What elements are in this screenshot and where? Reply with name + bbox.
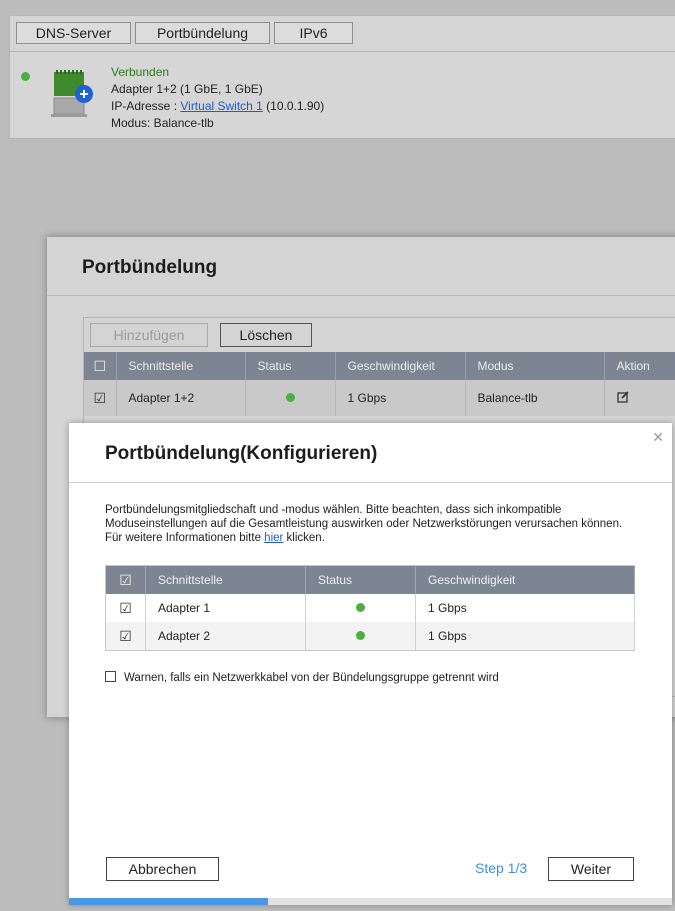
tab-ipv6[interactable]: IPv6 bbox=[274, 22, 353, 44]
column-header: Geschwindigkeit bbox=[415, 565, 635, 594]
wizard-progress-fill bbox=[69, 898, 268, 905]
status-dot bbox=[285, 393, 295, 402]
speed-cell: 1 Gbps bbox=[335, 380, 466, 416]
table-header-row: ☐ Schnittstelle Status Geschwindigkeit M… bbox=[84, 352, 675, 380]
network-interface-panel: DNS-Server Portbündelung IPv6 Verbunden … bbox=[9, 15, 675, 139]
column-header: Status bbox=[305, 565, 416, 594]
network-adapter-icon bbox=[51, 70, 93, 117]
connection-status-text: Verbunden bbox=[111, 65, 170, 79]
ip-label: IP-Adresse : bbox=[111, 99, 181, 113]
table-row[interactable]: ☑ Adapter 1+2 1 Gbps Balance-tlb bbox=[84, 380, 675, 416]
column-header: Modus bbox=[465, 352, 605, 380]
status-cell bbox=[245, 380, 336, 416]
panel-tabs: DNS-Server Portbündelung IPv6 bbox=[16, 22, 353, 44]
column-header: Geschwindigkeit bbox=[335, 352, 466, 380]
status-cell bbox=[305, 594, 416, 622]
adapter-description: Adapter 1+2 (1 GbE, 1 GbE) bbox=[111, 82, 263, 96]
table-row[interactable]: ☑ Adapter 1 1 Gbps bbox=[105, 594, 635, 622]
adapter-info: Verbunden Adapter 1+2 (1 GbE, 1 GbE) IP-… bbox=[111, 64, 324, 132]
virtual-switch-link[interactable]: Virtual Switch 1 bbox=[180, 99, 262, 113]
divider bbox=[69, 482, 672, 483]
ip-value: (10.0.1.90) bbox=[262, 99, 325, 113]
description-text: Portbündelungsmitgliedschaft und -modus … bbox=[105, 504, 623, 544]
action-cell bbox=[604, 380, 675, 416]
interface-cell: Adapter 2 bbox=[145, 622, 306, 651]
tab-dns-server[interactable]: DNS-Server bbox=[16, 22, 131, 44]
interface-cell: Adapter 1+2 bbox=[116, 380, 246, 416]
connection-status-dot bbox=[21, 72, 30, 81]
description-text-end: klicken. bbox=[283, 532, 325, 544]
status-dot bbox=[356, 603, 365, 612]
status-cell bbox=[305, 622, 416, 651]
close-icon[interactable]: ✕ bbox=[652, 429, 664, 446]
column-header: Status bbox=[245, 352, 336, 380]
table-header-row: ☑ Schnittstelle Status Geschwindigkeit bbox=[105, 565, 635, 594]
mode-cell: Balance-tlb bbox=[465, 380, 605, 416]
dialog-description: Portbündelungsmitgliedschaft und -modus … bbox=[105, 503, 625, 545]
speed-cell: 1 Gbps bbox=[415, 622, 635, 651]
select-all-checkbox[interactable]: ☑ bbox=[105, 565, 146, 594]
column-header: Schnittstelle bbox=[145, 565, 306, 594]
dialog-title: Portbündelung bbox=[82, 257, 218, 278]
table-row[interactable]: ☑ Adapter 2 1 Gbps bbox=[105, 622, 635, 651]
row-checkbox[interactable]: ☑ bbox=[84, 380, 117, 416]
mode-text: Modus: Balance-tlb bbox=[111, 116, 214, 130]
warn-label: Warnen, falls ein Netzwerkkabel von der … bbox=[124, 672, 499, 684]
column-header: Schnittstelle bbox=[116, 352, 246, 380]
cancel-button[interactable]: Abbrechen bbox=[106, 857, 219, 881]
edit-icon[interactable] bbox=[616, 390, 630, 403]
dialog-title: Portbündelung(Konfigurieren) bbox=[105, 443, 378, 464]
status-dot bbox=[356, 631, 365, 640]
column-header: Aktion bbox=[604, 352, 675, 380]
divider bbox=[47, 295, 675, 296]
ip-address-line: IP-Adresse : Virtual Switch 1 (10.0.1.90… bbox=[111, 98, 324, 115]
bonding-table: ☐ Schnittstelle Status Geschwindigkeit M… bbox=[84, 352, 675, 416]
tab-port-bonding[interactable]: Portbündelung bbox=[135, 22, 270, 44]
divider bbox=[10, 51, 675, 52]
adapter-selection-table: ☑ Schnittstelle Status Geschwindigkeit ☑… bbox=[105, 565, 635, 651]
warn-on-disconnect-option[interactable]: Warnen, falls ein Netzwerkkabel von der … bbox=[105, 671, 499, 684]
delete-button[interactable]: Löschen bbox=[220, 323, 312, 347]
row-checkbox[interactable]: ☑ bbox=[105, 594, 146, 622]
add-button[interactable]: Hinzufügen bbox=[90, 323, 208, 347]
port-bonding-configure-dialog: ✕ Portbündelung(Konfigurieren) Portbünde… bbox=[69, 423, 672, 905]
warn-checkbox[interactable] bbox=[105, 671, 116, 682]
next-button[interactable]: Weiter bbox=[548, 857, 634, 881]
wizard-progress-bar bbox=[69, 898, 672, 905]
step-indicator: Step 1/3 bbox=[475, 860, 528, 876]
row-checkbox[interactable]: ☑ bbox=[105, 622, 146, 651]
speed-cell: 1 Gbps bbox=[415, 594, 635, 622]
select-all-checkbox[interactable]: ☐ bbox=[84, 352, 117, 380]
help-link[interactable]: hier bbox=[264, 532, 283, 544]
interface-cell: Adapter 1 bbox=[145, 594, 306, 622]
